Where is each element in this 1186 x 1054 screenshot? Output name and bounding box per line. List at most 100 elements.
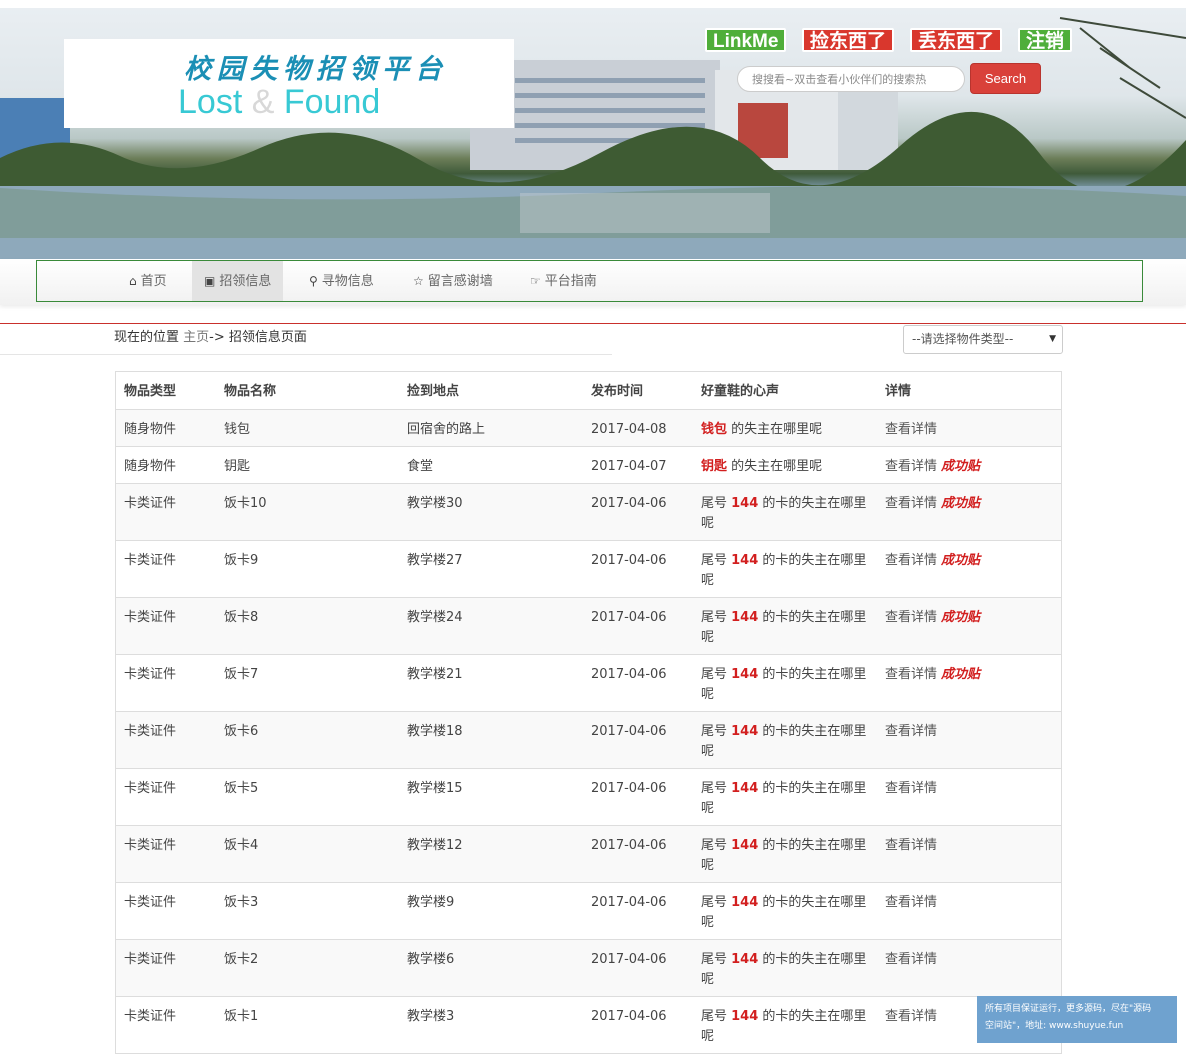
nav-item-lost-info[interactable]: ⚲ 寻物信息 [297,261,386,301]
cell-type: 卡类证件 [124,895,177,910]
cell-name: 饭卡8 [224,610,259,625]
search-button[interactable]: Search [970,63,1041,94]
table-row: 卡类证件 饭卡9 教学楼27 2017-04-06 尾号 144 的卡的失主在哪里呢 查看… [116,540,1061,597]
select-value: --请选择物件类型-- [912,332,1014,346]
msg-text: 的失主在哪里呢 [727,459,823,474]
cell-name: 钱包 [224,422,251,437]
msg-highlight: 144 [731,781,759,796]
msg-highlight: 144 [731,553,759,568]
site-logo[interactable]: 校园失物招领平台 Lost & Found [64,39,514,128]
table-row: 卡类证件 饭卡10 教学楼30 2017-04-06 尾号 144 的卡的失主在哪里呢查… [116,483,1061,540]
view-detail-link[interactable]: 查看详情 [885,667,937,682]
home-icon: ⌂ [129,274,137,288]
msg-highlight: 钱包 [701,422,728,437]
cell-date: 2017-04-07 [591,459,667,474]
view-detail-link[interactable]: 查看详情 [885,838,937,853]
found-item-button[interactable]: 捡东西了 [802,28,895,52]
breadcrumb-home-link[interactable]: 主页 [183,330,209,345]
cell-place: 教学楼9 [407,895,455,910]
cell-type: 卡类证件 [124,610,177,625]
view-detail-link[interactable]: 查看详情 [885,459,937,474]
logo-ampersand: & [251,83,275,121]
cell-detail: 查看详情 成功贴 [885,494,980,514]
table-row: 随身物件 钥匙 食堂 2017-04-07 钥匙 的失主在哪里呢 查看详情 成功贴 [116,446,1061,483]
logo-word-found: Found [283,83,381,121]
cell-message: 尾号 144 的卡的失主在哪里呢 [701,893,871,933]
cell-place: 教学楼21 [407,667,463,682]
nav-item-found-info[interactable]: ▣ 招领信息 [192,261,284,301]
header-type: 物品类型 [124,384,177,399]
msg-highlight: 144 [731,724,759,739]
search-input[interactable] [737,66,965,92]
source-notice: 所有项目保证运行，更多源码，尽在"源码 空间站"，地址: www.shuyue.… [977,996,1177,1043]
table-row: 卡类证件 饭卡2 教学楼6 2017-04-06 尾号 144 的卡的失主在哪里呢 查看详… [116,939,1061,996]
msg-prefix: 尾号 [701,724,732,739]
cell-message: 尾号 144 的卡的失主在哪里呢 [701,494,871,534]
lost-item-button[interactable]: 丢东西了 [910,28,1003,52]
main-navbar: ⌂ 首页 ▣ 招领信息 ⚲ 寻物信息 ☆ 留言感谢墙 ☞ 平台指南 [0,259,1186,305]
nav-item-guide[interactable]: ☞ 平台指南 [518,261,609,301]
linkme-button[interactable]: LinkMe [705,28,787,52]
found-items-table: 物品类型 物品名称 捡到地点 发布时间 好童鞋的心声 详情 随身物件 钱包 回宿舍的… [115,371,1062,1054]
picture-icon: ▣ [204,274,216,288]
notice-line-1: 所有项目保证运行，更多源码，尽在"源码 [985,1004,1152,1014]
cell-message: 钱包 的失主在哪里呢 [701,420,871,440]
breadcrumb-underline [0,354,612,355]
cell-type: 卡类证件 [124,952,177,967]
nav-label: 首页 [140,274,167,289]
cell-name: 饭卡6 [224,724,259,739]
cell-name: 饭卡4 [224,838,259,853]
cell-name: 饭卡7 [224,667,259,682]
cell-place: 教学楼15 [407,781,463,796]
view-detail-link[interactable]: 查看详情 [885,610,937,625]
header-name: 物品名称 [224,384,277,399]
cell-date: 2017-04-06 [591,610,667,625]
success-badge: 成功贴 [941,496,981,511]
header-message: 好童鞋的心声 [701,384,780,399]
view-detail-link[interactable]: 查看详情 [885,1009,937,1024]
cell-message: 尾号 144 的卡的失主在哪里呢 [701,1007,871,1047]
cell-place: 食堂 [407,459,434,474]
cell-detail: 查看详情 [885,893,937,913]
cell-place: 教学楼30 [407,496,463,511]
view-detail-link[interactable]: 查看详情 [885,724,937,739]
nav-item-thanks-wall[interactable]: ☆ 留言感谢墙 [401,261,505,301]
msg-highlight: 144 [731,610,759,625]
item-type-select[interactable]: --请选择物件类型-- ▼ [903,325,1063,354]
view-detail-link[interactable]: 查看详情 [885,781,937,796]
notice-line-2: 空间站"，地址: www.shuyue.fun [985,1021,1124,1031]
cell-place: 教学楼24 [407,610,463,625]
msg-highlight: 144 [731,952,759,967]
cell-name: 饭卡10 [224,496,267,511]
success-badge: 成功贴 [941,610,981,625]
table-row: 卡类证件 饭卡1 教学楼3 2017-04-06 尾号 144 的卡的失主在哪里呢 查看详… [116,996,1061,1053]
cell-name: 饭卡3 [224,895,259,910]
cell-message: 尾号 144 的卡的失主在哪里呢 [701,551,871,591]
cell-type: 卡类证件 [124,781,177,796]
cell-message: 尾号 144 的卡的失主在哪里呢 [701,665,871,705]
view-detail-link[interactable]: 查看详情 [885,496,937,511]
cell-name: 饭卡9 [224,553,259,568]
table-row: 卡类证件 饭卡6 教学楼18 2017-04-06 尾号 144 的卡的失主在哪里呢 查看… [116,711,1061,768]
view-detail-link[interactable]: 查看详情 [885,553,937,568]
cell-detail: 查看详情 成功贴 [885,608,980,628]
cell-date: 2017-04-06 [591,895,667,910]
table-row: 卡类证件 饭卡3 教学楼9 2017-04-06 尾号 144 的卡的失主在哪里呢 查看详… [116,882,1061,939]
chevron-down-icon: ▼ [1049,334,1056,344]
star-icon: ☆ [413,274,424,288]
cell-date: 2017-04-06 [591,553,667,568]
msg-prefix: 尾号 [701,1009,732,1024]
logout-button[interactable]: 注销 [1018,28,1073,52]
cell-date: 2017-04-06 [591,781,667,796]
msg-prefix: 尾号 [701,781,732,796]
msg-prefix: 尾号 [701,838,732,853]
view-detail-link[interactable]: 查看详情 [885,422,937,437]
msg-prefix: 尾号 [701,553,732,568]
nav-item-home[interactable]: ⌂ 首页 [117,261,179,301]
table-row: 随身物件 钱包 回宿舍的路上 2017-04-08 钱包 的失主在哪里呢 查看详情 [116,409,1061,446]
cell-type: 随身物件 [124,459,177,474]
nav-label: 平台指南 [544,274,597,289]
view-detail-link[interactable]: 查看详情 [885,895,937,910]
view-detail-link[interactable]: 查看详情 [885,952,937,967]
cell-date: 2017-04-08 [591,422,667,437]
